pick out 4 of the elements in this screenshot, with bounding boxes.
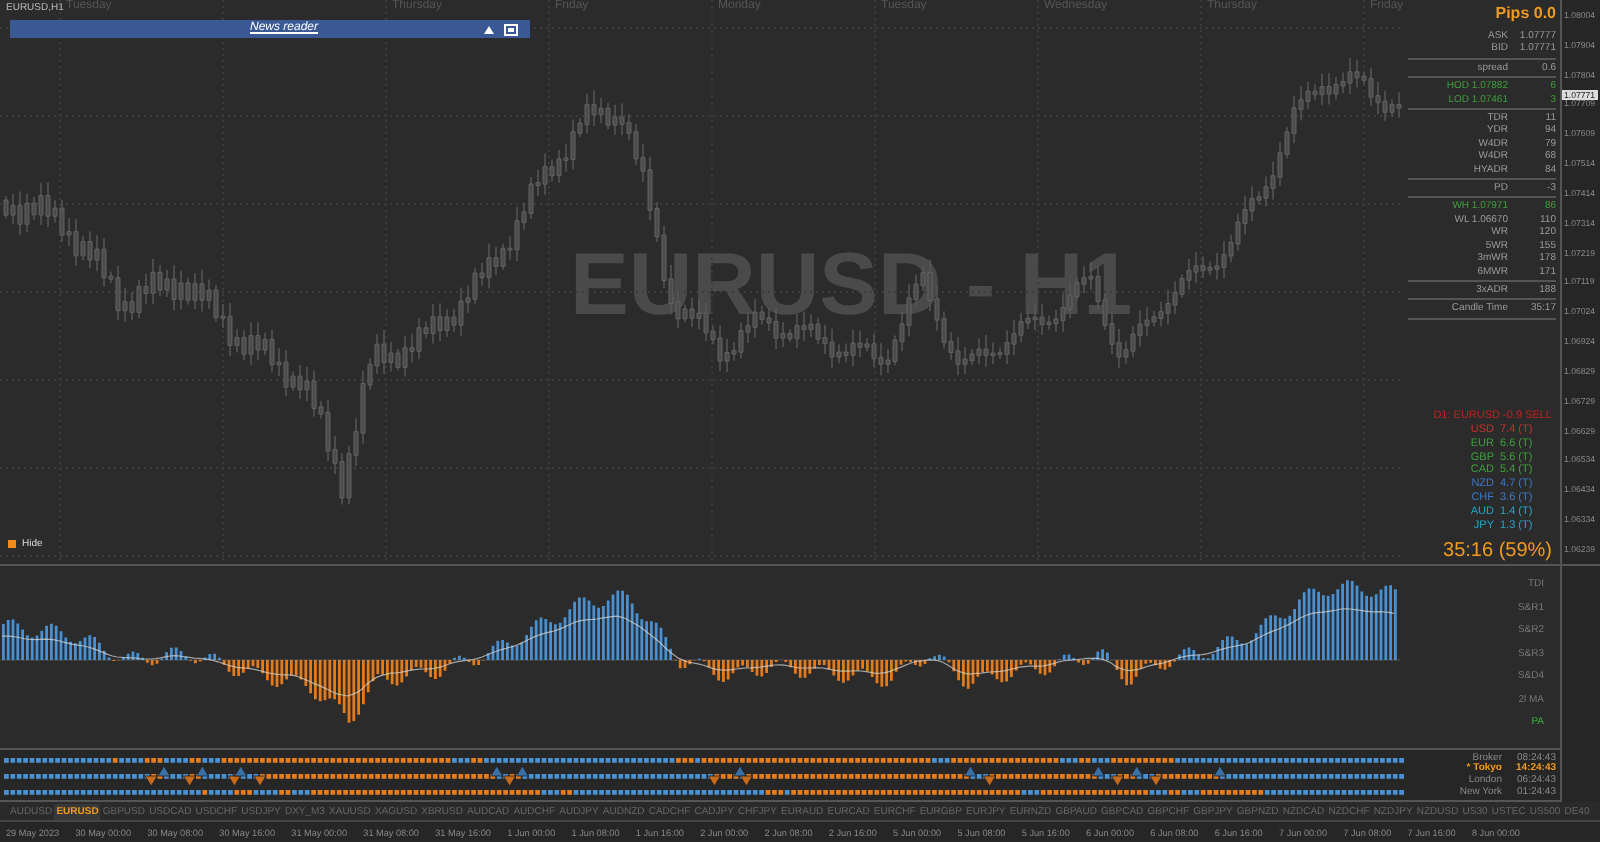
countdown-timer: 35:16 (59%) [1443, 540, 1552, 563]
pips-title: Pips 0.0 [1493, 4, 1556, 22]
window-icon[interactable] [504, 23, 518, 35]
caret-up-icon[interactable] [484, 25, 494, 33]
